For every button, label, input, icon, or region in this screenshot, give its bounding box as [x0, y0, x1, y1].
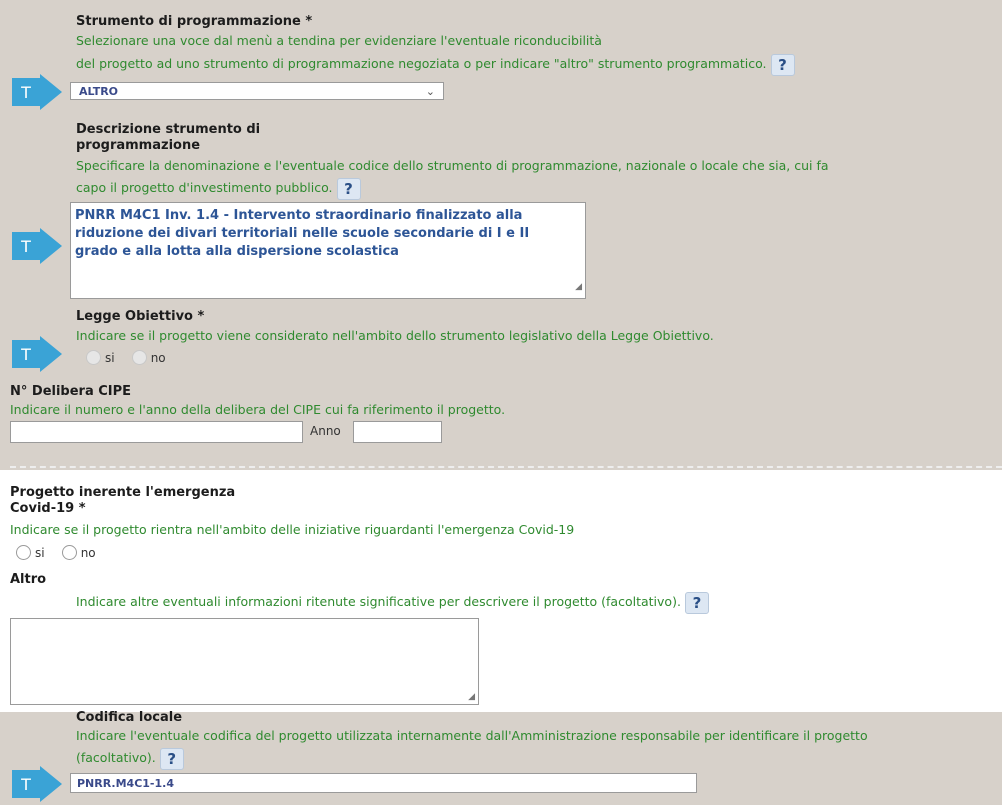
codifica-hint-2-text: (facoltativo).	[76, 750, 156, 765]
legge-radio-no[interactable]	[131, 350, 147, 365]
strumento-select[interactable]: ALTRO ⌄	[70, 82, 444, 100]
covid-radio-si[interactable]	[16, 545, 31, 560]
codifica-label: Codifica locale	[76, 710, 183, 725]
covid-label-2: Covid-19 *	[10, 501, 86, 516]
help-button[interactable]: ?	[159, 747, 184, 770]
descrizione-hint-2: capo il progetto d'investimento pubblico…	[76, 177, 361, 200]
delibera-numero-input[interactable]	[10, 421, 303, 443]
arrow-t-icon: T	[12, 74, 62, 110]
section-divider	[10, 466, 1002, 468]
descrizione-label-1: Descrizione strumento di	[76, 122, 261, 137]
covid-radio-group: si no	[16, 542, 108, 561]
legge-radio-si[interactable]	[86, 350, 101, 365]
arrow-letter: T	[20, 237, 31, 256]
covid-no-label: no	[80, 545, 96, 560]
covid-si-label: si	[35, 545, 45, 560]
descrizione-hint-2-text: capo il progetto d'investimento pubblico…	[76, 180, 333, 195]
delibera-label: N° Delibera CIPE	[10, 384, 132, 399]
resize-handle-icon[interactable]: ◢	[468, 692, 475, 702]
arrow-letter: T	[20, 83, 31, 102]
strumento-hint-1: Selezionare una voce dal menù a tendina …	[76, 33, 602, 48]
strumento-hint-2: del progetto ad uno strumento di program…	[76, 53, 795, 76]
strumento-selected-value: ALTRO	[79, 84, 119, 98]
legge-hint: Indicare se il progetto viene considerat…	[76, 328, 714, 343]
anno-label: Anno	[310, 424, 341, 438]
altro-label: Altro	[10, 572, 47, 587]
help-button[interactable]: ?	[770, 53, 795, 76]
arrow-letter: T	[20, 345, 31, 364]
legge-label: Legge Obiettivo *	[76, 309, 205, 324]
descrizione-textarea[interactable]: PNRR M4C1 Inv. 1.4 - Intervento straordi…	[70, 202, 586, 299]
strumento-label: Strumento di programmazione *	[76, 14, 313, 29]
arrow-t-icon: T	[12, 228, 62, 264]
chevron-down-icon: ⌄	[425, 84, 435, 98]
arrow-t-icon: T	[12, 766, 62, 802]
descrizione-label-2: programmazione	[76, 138, 201, 153]
help-button[interactable]: ?	[684, 591, 709, 614]
arrow-t-icon: T	[12, 336, 62, 372]
covid-hint: Indicare se il progetto rientra nell'amb…	[10, 522, 575, 537]
covid-label-1: Progetto inerente l'emergenza	[10, 485, 236, 500]
codifica-input[interactable]: PNRR.M4C1-1.4	[70, 773, 697, 793]
delibera-hint: Indicare il numero e l'anno della delibe…	[10, 402, 506, 417]
descrizione-text-line-3: grado e alla lotta alla dispersione scol…	[75, 244, 399, 259]
codifica-hint-2: (facoltativo).?	[76, 747, 184, 770]
legge-no-label: no	[150, 350, 166, 365]
arrow-letter: T	[20, 775, 31, 794]
covid-radio-no[interactable]	[61, 545, 77, 560]
strumento-hint-2-text: del progetto ad uno strumento di program…	[76, 56, 767, 71]
descrizione-text-line-1: PNRR M4C1 Inv. 1.4 - Intervento straordi…	[75, 208, 523, 223]
altro-hint-text: Indicare altre eventuali informazioni ri…	[76, 594, 681, 609]
legge-si-label: si	[105, 350, 115, 365]
legge-radio-group: si no	[86, 347, 178, 366]
codifica-value: PNRR.M4C1-1.4	[77, 776, 174, 790]
codifica-hint-1: Indicare l'eventuale codifica del proget…	[76, 728, 868, 743]
descrizione-text-line-2: riduzione dei divari territoriali nelle …	[75, 226, 530, 241]
help-button[interactable]: ?	[336, 177, 361, 200]
altro-textarea[interactable]: ◢	[10, 618, 479, 705]
resize-handle-icon[interactable]: ◢	[575, 278, 582, 296]
descrizione-hint-1: Specificare la denominazione e l'eventua…	[76, 158, 829, 173]
altro-hint: Indicare altre eventuali informazioni ri…	[76, 591, 709, 614]
delibera-anno-input[interactable]	[353, 421, 442, 443]
